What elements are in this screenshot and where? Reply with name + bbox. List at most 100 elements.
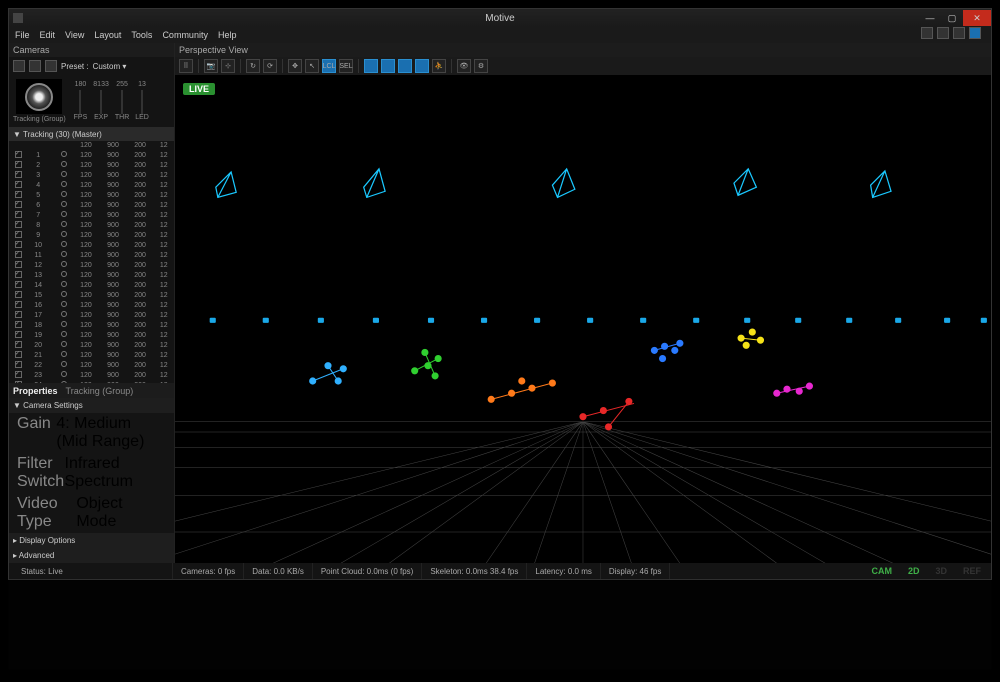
status-data: Data: 0.0 KB/s xyxy=(244,563,313,579)
video-value[interactable]: Object Mode xyxy=(76,495,166,531)
camera-row[interactable]: 1812090020012 xyxy=(9,320,174,330)
vt-sel[interactable]: SEL xyxy=(339,59,353,73)
vt-grid-icon[interactable]: ⠿ xyxy=(179,59,193,73)
scene-svg xyxy=(175,75,991,563)
vt-axes-icon[interactable]: ⊹ xyxy=(221,59,235,73)
status-display: Display: 46 fps xyxy=(601,563,670,579)
preset-value[interactable]: Custom ▾ xyxy=(93,62,127,71)
slider-bar-3[interactable] xyxy=(121,90,123,114)
cam-tool-2[interactable] xyxy=(29,60,41,72)
camera-row[interactable]: 2012090020012 xyxy=(9,340,174,350)
advanced-section[interactable]: ▸ Advanced xyxy=(9,548,174,563)
cameras-panel-header: Cameras xyxy=(9,43,174,57)
display-options-section[interactable]: ▸ Display Options xyxy=(9,533,174,548)
thumb-label: Tracking (Group) xyxy=(13,116,66,123)
camera-row[interactable]: 2112090020012 xyxy=(9,350,174,360)
tab-tracking-group[interactable]: Tracking (Group) xyxy=(66,386,134,396)
slider-lbl-2: EXP xyxy=(94,114,108,121)
vt-cursor-icon[interactable]: ↖ xyxy=(305,59,319,73)
camera-row[interactable]: 1012090020012 xyxy=(9,240,174,250)
viewport-3d[interactable]: LIVE xyxy=(175,75,991,563)
vt-mode-3[interactable] xyxy=(398,59,412,73)
cam-preview: Tracking (Group) 180FPS 8133EXP 255THR 1… xyxy=(9,75,174,127)
camera-row[interactable]: 1112090020012 xyxy=(9,250,174,260)
view-toolbar: ⠿ 📷 ⊹ ↻ ⟳ ✥ ↖ LCL SEL ⛹ 👁 ⚙ xyxy=(175,57,991,75)
status-latency: Latency: 0.0 ms xyxy=(527,563,600,579)
vt-mode-2[interactable] xyxy=(381,59,395,73)
camera-row[interactable]: 1612090020012 xyxy=(9,300,174,310)
layout-icon-1[interactable] xyxy=(921,27,933,39)
status-skeleton: Skeleton: 0.0ms 38.4 fps xyxy=(422,563,527,579)
cam-tool-3[interactable] xyxy=(45,60,57,72)
statusbar: Status: Live Cameras: 0 fps Data: 0.0 KB… xyxy=(9,563,991,579)
camera-thumbnail[interactable] xyxy=(16,79,62,114)
layout-icon-3[interactable] xyxy=(953,27,965,39)
vt-lcl[interactable]: LCL xyxy=(322,59,336,73)
slider-val-3: 255 xyxy=(116,81,128,88)
slider-val-4: 13 xyxy=(138,81,146,88)
menu-tools[interactable]: Tools xyxy=(131,30,152,40)
menu-edit[interactable]: Edit xyxy=(40,30,56,40)
camera-row[interactable]: 112090020012 xyxy=(9,150,174,160)
filter-value[interactable]: Infrared Spectrum xyxy=(65,455,166,491)
mode-cam[interactable]: CAM xyxy=(865,565,898,577)
layout-icon-4[interactable] xyxy=(969,27,981,39)
camera-row[interactable]: 612090020012 xyxy=(9,200,174,210)
vt-camera-icon[interactable]: 📷 xyxy=(204,59,218,73)
menubar: File Edit View Layout Tools Community He… xyxy=(9,27,991,43)
camera-row[interactable]: 1512090020012 xyxy=(9,290,174,300)
properties-tabs: Properties Tracking (Group) xyxy=(9,383,174,398)
menu-file[interactable]: File xyxy=(15,30,30,40)
minimize-button[interactable]: — xyxy=(919,10,941,26)
preset-label: Preset : xyxy=(61,62,89,71)
vt-eye-icon[interactable]: 👁 xyxy=(457,59,471,73)
mode-ref[interactable]: REF xyxy=(957,565,987,577)
camera-row[interactable]: 412090020012 xyxy=(9,180,174,190)
lens-icon xyxy=(25,83,53,111)
mode-3d[interactable]: 3D xyxy=(929,565,953,577)
tracking-group-header[interactable]: ▼ Tracking (30) (Master) xyxy=(9,127,174,141)
camera-row[interactable]: 312090020012 xyxy=(9,170,174,180)
camera-list[interactable]: 120 900 200 12 1120900200122120900200123… xyxy=(9,141,174,383)
maximize-button[interactable]: ▢ xyxy=(941,10,963,26)
vt-mode-1[interactable] xyxy=(364,59,378,73)
close-button[interactable]: ✕ xyxy=(963,10,991,26)
camera-row[interactable]: 1312090020012 xyxy=(9,270,174,280)
vt-refresh-icon[interactable]: ↻ xyxy=(246,59,260,73)
cam-tool-1[interactable] xyxy=(13,60,25,72)
camera-row[interactable]: 1712090020012 xyxy=(9,310,174,320)
camera-row[interactable]: 1912090020012 xyxy=(9,330,174,340)
camera-row[interactable]: 712090020012 xyxy=(9,210,174,220)
menu-view[interactable]: View xyxy=(65,30,84,40)
menu-help[interactable]: Help xyxy=(218,30,237,40)
vt-settings-icon[interactable]: ⚙ xyxy=(474,59,488,73)
camera-row[interactable]: 2212090020012 xyxy=(9,360,174,370)
slider-lbl-1: FPS xyxy=(74,114,88,121)
gain-value[interactable]: 4: Medium (Mid Range) xyxy=(56,415,166,451)
layout-icon-2[interactable] xyxy=(937,27,949,39)
mode-2d[interactable]: 2D xyxy=(902,565,926,577)
camera-row[interactable]: 812090020012 xyxy=(9,220,174,230)
status-cameras: Cameras: 0 fps xyxy=(173,563,244,579)
perspective-view-header: Perspective View xyxy=(175,43,991,57)
menu-layout[interactable]: Layout xyxy=(94,30,121,40)
camera-row[interactable]: 2312090020012 xyxy=(9,370,174,380)
camera-row[interactable]: 512090020012 xyxy=(9,190,174,200)
camera-row[interactable]: 212090020012 xyxy=(9,160,174,170)
camera-settings-section[interactable]: ▼ Camera Settings xyxy=(9,398,174,413)
floor-reflection xyxy=(8,580,992,670)
viewport-wrap: Perspective View ⠿ 📷 ⊹ ↻ ⟳ ✥ ↖ LCL SEL ⛹ xyxy=(175,43,991,563)
tab-properties[interactable]: Properties xyxy=(13,386,58,396)
camera-row[interactable]: 1412090020012 xyxy=(9,280,174,290)
vt-rotate-icon[interactable]: ⟳ xyxy=(263,59,277,73)
menu-community[interactable]: Community xyxy=(162,30,208,40)
slider-val-2: 8133 xyxy=(93,81,109,88)
vt-move-icon[interactable]: ✥ xyxy=(288,59,302,73)
slider-bar-4[interactable] xyxy=(141,90,143,114)
camera-row[interactable]: 1212090020012 xyxy=(9,260,174,270)
vt-mode-4[interactable] xyxy=(415,59,429,73)
vt-skeleton-icon[interactable]: ⛹ xyxy=(432,59,446,73)
camera-row[interactable]: 912090020012 xyxy=(9,230,174,240)
slider-bar-2[interactable] xyxy=(100,90,102,114)
slider-bar-1[interactable] xyxy=(79,90,81,114)
